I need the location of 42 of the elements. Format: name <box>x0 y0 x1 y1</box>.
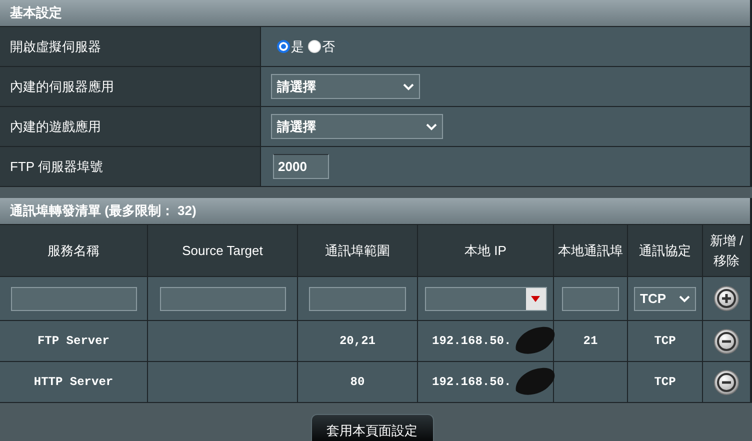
radio-button[interactable] <box>277 40 290 53</box>
table-cell: 80 <box>350 375 365 389</box>
input-field[interactable] <box>562 286 619 310</box>
table-cell: TCP <box>654 334 676 348</box>
chevron-down-icon <box>403 82 414 90</box>
column-header: 新增 / 移除 <box>708 232 744 270</box>
remove-icon[interactable] <box>714 328 739 354</box>
section-header: 通訊埠轉發清單 (最多限制： 32) <box>0 198 750 225</box>
column-header: Source Target <box>182 243 263 258</box>
table-cell: TCP <box>654 375 676 389</box>
input-field[interactable] <box>160 286 286 310</box>
field-label: 內建的伺服器應用 <box>10 78 114 96</box>
dropdown[interactable]: TCP <box>634 286 696 310</box>
radio-label: 否 <box>322 38 335 56</box>
field-label: 開啟虛擬伺服器 <box>10 38 101 56</box>
remove-icon[interactable] <box>714 370 739 394</box>
chevron-down-icon <box>426 122 437 130</box>
column-header: 本地通訊埠 <box>558 242 623 260</box>
field-label: FTP 伺服器埠號 <box>10 158 103 176</box>
radio-label: 是 <box>291 38 304 56</box>
chevron-down-icon <box>679 294 690 302</box>
dropdown[interactable]: 請選擇 <box>271 114 443 139</box>
table-cell: 20,21 <box>339 334 376 348</box>
caret-icon <box>531 296 540 302</box>
column-header: 通訊協定 <box>639 242 691 260</box>
table-cell: HTTP Server <box>34 375 114 389</box>
column-header: 服務名稱 <box>48 242 100 260</box>
dropdown[interactable]: 請選擇 <box>271 74 420 99</box>
input-field[interactable] <box>10 286 136 310</box>
table-cell: 21 <box>583 334 598 348</box>
input-field[interactable] <box>309 286 406 310</box>
table-cell: 192.168.50. <box>432 334 512 348</box>
column-header: 本地 IP <box>464 242 506 260</box>
section-header: 基本設定 <box>0 0 750 27</box>
add-icon[interactable] <box>714 286 739 311</box>
apply-button[interactable]: 套用本頁面設定 <box>310 414 434 441</box>
table-cell: FTP Server <box>37 334 110 348</box>
field-label: 內建的遊戲應用 <box>10 118 101 136</box>
column-header: 通訊埠範圍 <box>325 242 390 260</box>
input-field[interactable]: 2000 <box>273 154 329 179</box>
dropdown[interactable] <box>424 286 546 310</box>
table-cell: 192.168.50. <box>432 375 512 389</box>
